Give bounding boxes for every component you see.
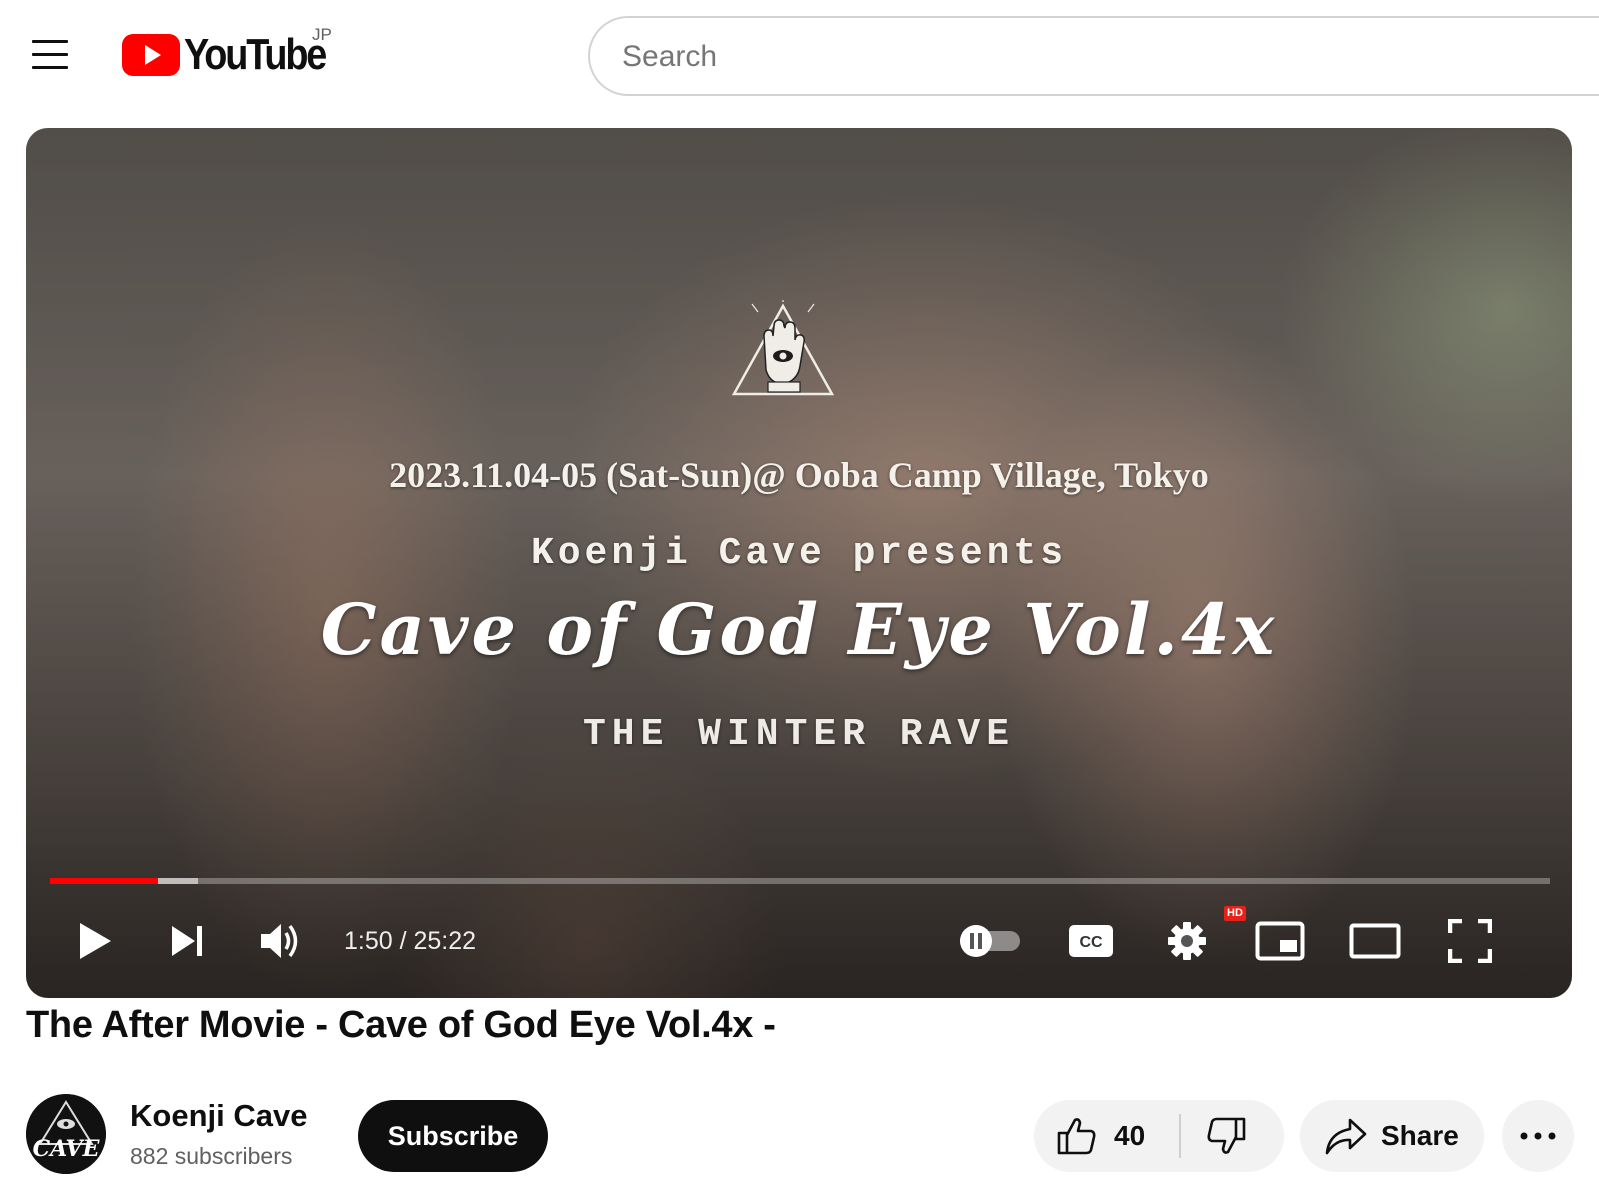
next-icon <box>172 926 202 956</box>
hamburger-icon-bar <box>32 40 68 43</box>
share-label: Share <box>1381 1120 1459 1151</box>
play-icon <box>80 923 111 959</box>
thumbs-down-icon <box>1207 1117 1246 1154</box>
fullscreen-button[interactable] <box>1444 908 1496 974</box>
theater-mode-button[interactable] <box>1346 908 1404 974</box>
overlay-date-line: 2023.11.04-05 (Sat-Sun)@ Ooba Camp Villa… <box>389 455 1209 495</box>
overlay-subtitle: THE WINTER RAVE <box>582 713 1016 756</box>
miniplayer-button[interactable] <box>1252 908 1308 974</box>
progress-bar[interactable] <box>50 878 1550 884</box>
player-controls: 1:50 / 25:22 CC HD <box>26 888 1572 998</box>
overlay-presents-line: Koenji Cave presents <box>530 532 1068 575</box>
guide-menu-button[interactable] <box>26 32 72 76</box>
share-button[interactable]: Share <box>1300 1100 1484 1172</box>
like-dislike-group: 40 <box>1034 1100 1284 1172</box>
overlay-event-title: Cave of God Eye Vol.4x <box>320 588 1278 671</box>
video-title: The After Movie - Cave of God Eye Vol.4x… <box>26 1004 776 1046</box>
cave-emblem-logo <box>731 300 835 396</box>
captions-label: CC <box>1079 934 1103 951</box>
video-player[interactable]: 2023.11.04-05 (Sat-Sun)@ Ooba Camp Villa… <box>26 128 1572 998</box>
share-arrow-icon <box>1325 1118 1367 1155</box>
hd-quality-badge: HD <box>1224 906 1246 921</box>
settings-button[interactable] <box>1162 908 1212 974</box>
youtube-logo[interactable]: YouTube JP <box>122 25 352 84</box>
progress-played <box>50 878 159 884</box>
miniplayer-icon <box>1255 921 1305 961</box>
dislike-button[interactable] <box>1181 1100 1284 1172</box>
search-input[interactable] <box>622 36 1522 78</box>
channel-name[interactable]: Koenji Cave <box>130 1098 307 1134</box>
fullscreen-icon <box>1448 919 1492 963</box>
hamburger-icon-bar <box>32 66 68 69</box>
mute-button[interactable] <box>254 908 306 974</box>
time-display: 1:50 / 25:22 <box>344 927 477 955</box>
play-button[interactable] <box>70 908 120 974</box>
gear-icon <box>1168 922 1206 960</box>
region-code: JP <box>312 25 332 44</box>
theater-mode-icon <box>1349 923 1401 959</box>
captions-button[interactable]: CC <box>1066 908 1116 974</box>
more-horizontal-icon <box>1520 1132 1556 1140</box>
youtube-play-logo-icon <box>122 34 180 76</box>
hamburger-icon-bar <box>32 53 68 56</box>
volume-icon <box>261 924 298 958</box>
captions-icon: CC <box>1069 925 1113 957</box>
search-box <box>588 16 1599 96</box>
channel-avatar-logo: CAVE <box>26 1094 106 1174</box>
masthead: YouTube JP <box>0 0 1599 112</box>
next-button[interactable] <box>162 908 212 974</box>
subscribe-button[interactable]: Subscribe <box>358 1100 548 1172</box>
logo-wordmark: YouTube <box>184 30 327 79</box>
like-count: 40 <box>1114 1120 1146 1151</box>
channel-avatar[interactable]: CAVE <box>26 1094 106 1174</box>
channel-avatar-text: CAVE <box>33 1136 101 1162</box>
more-actions-button[interactable] <box>1502 1100 1574 1172</box>
autoplay-toggle[interactable] <box>954 908 1024 974</box>
subscriber-count: 882 subscribers <box>130 1143 293 1169</box>
autoplay-toggle-icon <box>960 925 1020 957</box>
thumbs-up-icon <box>1057 1118 1096 1155</box>
like-button[interactable]: 40 <box>1034 1100 1179 1172</box>
